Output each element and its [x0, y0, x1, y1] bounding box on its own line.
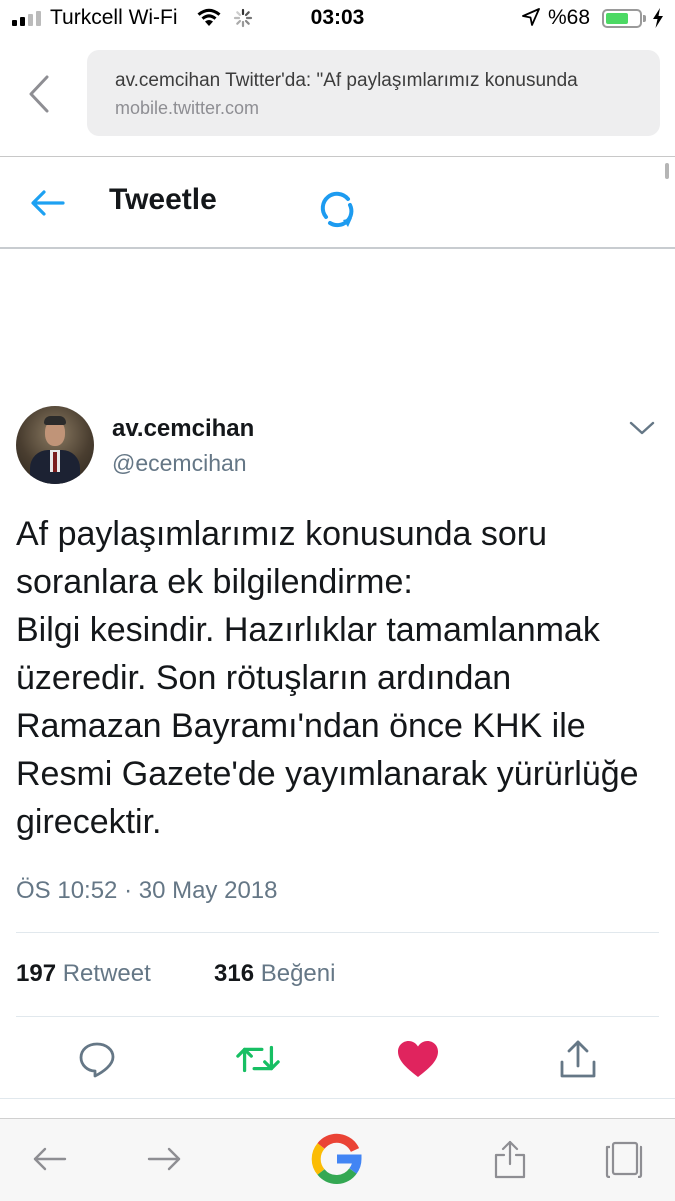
- battery-level-fill: [606, 13, 628, 24]
- avatar[interactable]: [16, 406, 94, 484]
- forward-arrow-icon[interactable]: [134, 1129, 194, 1189]
- browser-toolbar: [0, 1118, 675, 1201]
- google-logo[interactable]: [307, 1129, 367, 1189]
- reply-icon[interactable]: [74, 1036, 120, 1082]
- battery-icon: [602, 9, 642, 28]
- tweet-text: Af paylaşımlarımız konusunda soru soranl…: [16, 515, 639, 841]
- retweet-stat[interactable]: 197 Retweet: [16, 960, 151, 988]
- retweet-count: 197: [16, 960, 57, 987]
- author-handle[interactable]: @ecemcihan: [112, 450, 247, 477]
- back-arrow-icon[interactable]: [20, 1129, 80, 1189]
- like-label: Beğeni: [260, 960, 336, 987]
- page-domain: mobile.twitter.com: [115, 98, 260, 118]
- browser-address-area: av.cemcihan Twitter'da: "Af paylaşımları…: [0, 40, 675, 156]
- retweet-label: Retweet: [62, 960, 151, 987]
- header-title: Tweetle: [109, 183, 217, 216]
- page-title: av.cemcihan Twitter'da: "Af paylaşımları…: [115, 70, 578, 91]
- tabs-icon[interactable]: [594, 1129, 654, 1189]
- like-stat[interactable]: 316 Beğeni: [214, 960, 335, 988]
- tweet-timestamp[interactable]: ÖS 10:52 · 30 May 2018: [16, 877, 278, 905]
- avatar-hair: [44, 416, 66, 425]
- back-chevron-icon[interactable]: [28, 74, 50, 119]
- retweet-icon[interactable]: [235, 1036, 281, 1082]
- divider: [0, 1098, 675, 1099]
- like-heart-icon[interactable]: [395, 1036, 441, 1082]
- like-count: 316: [214, 960, 255, 987]
- divider: [16, 932, 659, 933]
- back-arrow-icon[interactable]: [30, 189, 66, 222]
- battery-percent: %68: [548, 6, 591, 29]
- avatar-tie: [53, 452, 57, 472]
- battery-nub: [643, 15, 646, 22]
- title-fade: [600, 68, 660, 98]
- share-icon[interactable]: [555, 1036, 601, 1082]
- charging-bolt-icon: [652, 8, 664, 33]
- refresh-spinner-icon: [318, 191, 358, 236]
- divider: [16, 1016, 659, 1017]
- header-divider: [0, 247, 675, 249]
- share-icon[interactable]: [480, 1129, 540, 1189]
- twitter-header: Tweetle: [0, 157, 675, 247]
- author-name[interactable]: av.cemcihan: [112, 415, 254, 443]
- address-bar[interactable]: av.cemcihan Twitter'da: "Af paylaşımları…: [87, 50, 660, 136]
- chevron-down-icon[interactable]: [629, 420, 655, 441]
- location-arrow-icon: [522, 8, 540, 31]
- status-bar: Turkcell Wi-Fi 03:03 %68: [0, 0, 675, 40]
